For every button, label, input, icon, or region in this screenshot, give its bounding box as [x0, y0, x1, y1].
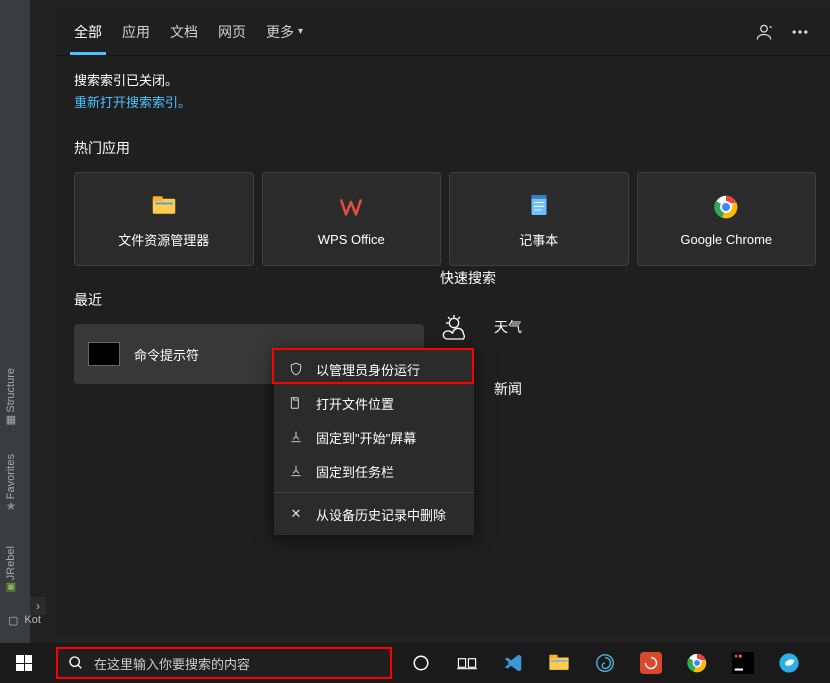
- windows-search-panel: 全部 应用 文档 网页 更多▾ 搜索索引已关闭。 重新打开搜索索引。 热门应用: [56, 8, 830, 635]
- start-button[interactable]: [0, 643, 48, 683]
- ctx-remove-history[interactable]: ✕ 从设备历史记录中删除: [274, 497, 474, 531]
- folder-icon: [548, 653, 570, 673]
- recent-title: 最近: [74, 290, 430, 310]
- ide-panel-favorites[interactable]: Favorites ★: [0, 448, 22, 513]
- remove-icon: ✕: [288, 506, 304, 522]
- taskbar: 在这里输入你要搜索的内容: [0, 643, 830, 683]
- reopen-index-link[interactable]: 重新打开搜索索引。: [74, 95, 191, 110]
- taskbar-taskview[interactable]: [446, 643, 488, 683]
- taskbar-explorer[interactable]: [538, 643, 580, 683]
- taskbar-app-circle[interactable]: [768, 643, 810, 683]
- pin-taskbar-icon: [288, 464, 304, 478]
- index-closed-message: 搜索索引已关闭。 重新打开搜索索引。: [56, 56, 830, 132]
- taskview-icon: [457, 655, 477, 671]
- context-menu: 以管理员身份运行 打开文件位置 固定到"开始"屏幕 固定到任务栏 ✕ 从设备历史…: [274, 348, 474, 535]
- ide-panel-jrebel[interactable]: JRebel ▣: [0, 540, 22, 593]
- account-icon[interactable]: [746, 14, 782, 50]
- bird-icon: [778, 652, 800, 674]
- tab-more[interactable]: 更多▾: [266, 8, 303, 55]
- cortana-icon: [412, 654, 430, 672]
- folder-icon: [149, 190, 179, 220]
- ide-panel-structure[interactable]: Structure ▦: [0, 362, 22, 426]
- more-icon[interactable]: [782, 14, 818, 50]
- taskbar-intellij[interactable]: [722, 643, 764, 683]
- windows-logo-icon: [16, 655, 32, 671]
- taskbar-vscode[interactable]: [492, 643, 534, 683]
- intellij-icon: [732, 652, 754, 674]
- search-tabs-row: 全部 应用 文档 网页 更多▾: [56, 8, 830, 56]
- folder-open-icon: [288, 396, 304, 410]
- taskbar-app-blue[interactable]: [584, 643, 626, 683]
- hot-apps-title: 热门应用: [74, 138, 430, 158]
- tab-all[interactable]: 全部: [74, 8, 102, 55]
- app-tile-file-explorer[interactable]: 文件资源管理器: [74, 172, 254, 266]
- taskbar-chrome[interactable]: [676, 643, 718, 683]
- chrome-icon: [686, 652, 708, 674]
- ctx-pin-start[interactable]: 固定到"开始"屏幕: [274, 420, 474, 454]
- search-icon: [68, 655, 84, 671]
- weather-icon: [440, 313, 476, 341]
- cmd-icon: [88, 342, 120, 366]
- quick-weather[interactable]: 天气: [440, 302, 812, 352]
- ide-bottom-tab-kot[interactable]: ▢Kot: [0, 605, 56, 635]
- quick-search-title: 快速搜索: [440, 268, 812, 288]
- taskbar-app-orange[interactable]: [630, 643, 672, 683]
- search-placeholder: 在这里输入你要搜索的内容: [94, 654, 250, 673]
- ctx-run-as-admin[interactable]: 以管理员身份运行: [274, 352, 474, 386]
- tab-web[interactable]: 网页: [218, 8, 246, 55]
- taskbar-cortana[interactable]: [400, 643, 442, 683]
- ctx-pin-taskbar[interactable]: 固定到任务栏: [274, 454, 474, 488]
- ctx-open-location[interactable]: 打开文件位置: [274, 386, 474, 420]
- taskbar-search-input[interactable]: 在这里输入你要搜索的内容: [56, 647, 392, 679]
- spiral-icon: [640, 652, 662, 674]
- vscode-icon: [502, 652, 524, 674]
- tab-docs[interactable]: 文档: [170, 8, 198, 55]
- app-tile-wps[interactable]: WPS Office: [262, 172, 442, 266]
- pin-start-icon: [288, 430, 304, 444]
- shield-icon: [288, 362, 304, 376]
- swirl-icon: [594, 652, 616, 674]
- tab-apps[interactable]: 应用: [122, 8, 150, 55]
- quick-news[interactable]: 新闻: [440, 364, 812, 414]
- wps-icon: [336, 192, 366, 222]
